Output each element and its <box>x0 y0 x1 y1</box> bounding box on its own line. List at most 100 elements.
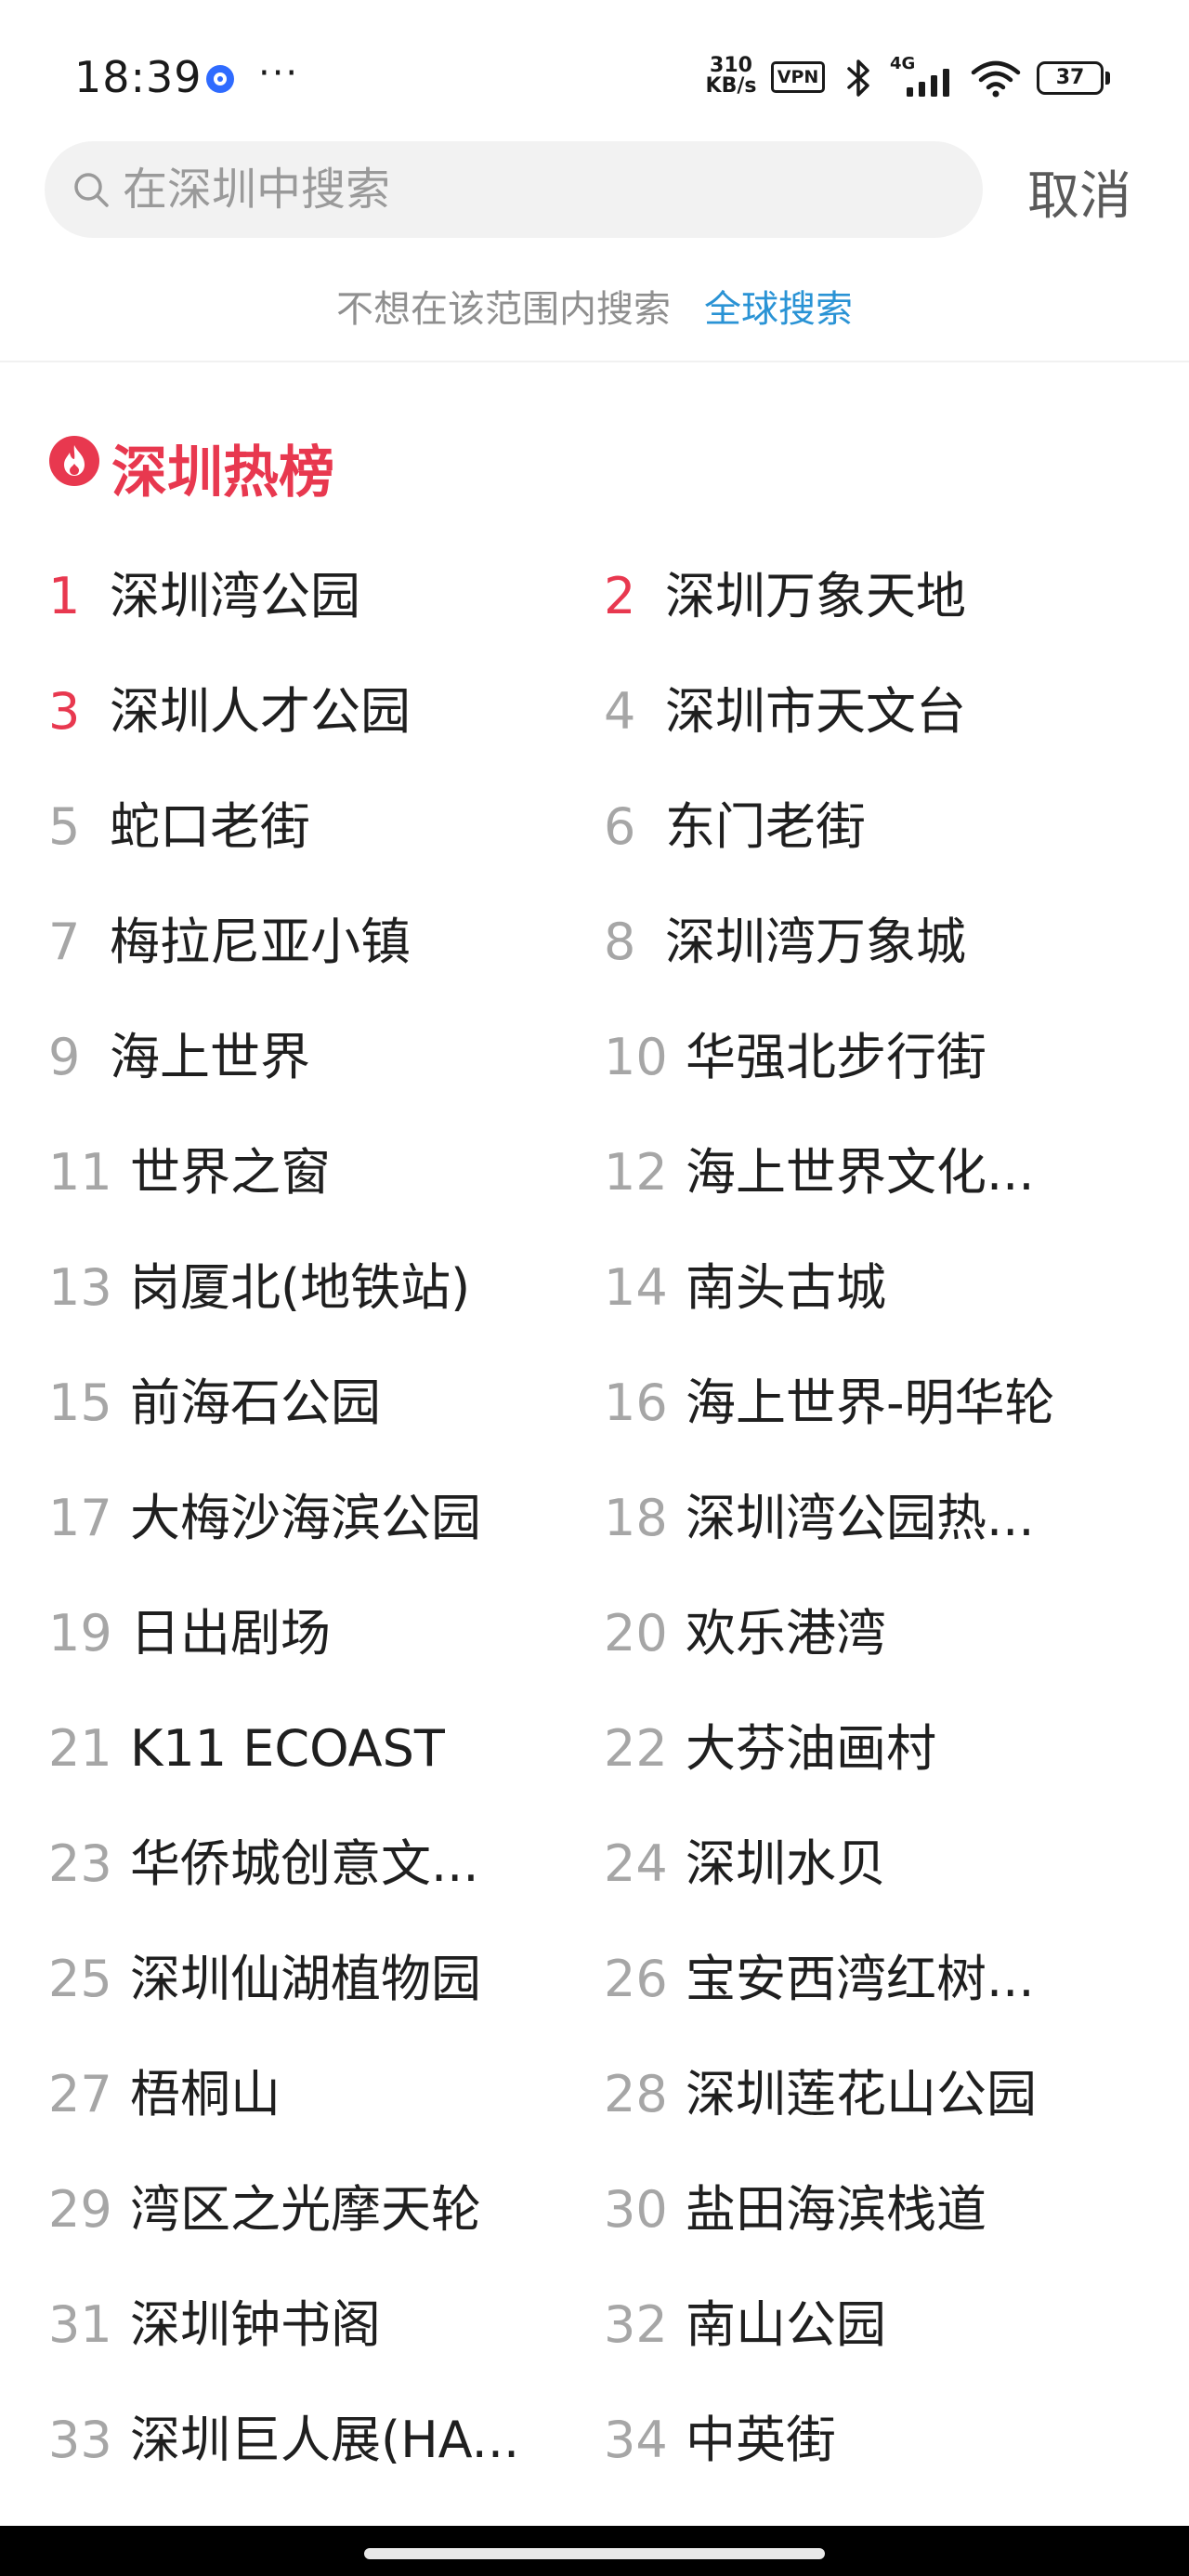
global-search-link[interactable]: 全球搜索 <box>704 288 853 331</box>
battery-icon: 37 <box>1037 61 1111 97</box>
hot-list-item[interactable]: 1 深圳湾公园 <box>48 539 568 654</box>
hot-list-item[interactable]: 26 宝安西湾红树... <box>604 1922 1124 2037</box>
hot-list-item[interactable]: 24 深圳水贝 <box>604 1807 1124 1922</box>
hot-list-name: 湾区之光摩天轮 <box>130 2180 481 2239</box>
hot-list-name: 日出剧场 <box>130 1604 331 1663</box>
hot-list-rank: 13 <box>48 1258 112 1317</box>
cancel-button[interactable]: 取消 <box>1027 154 1131 230</box>
hot-list-rank: 5 <box>48 797 81 856</box>
hot-list-rank: 1 <box>48 567 81 625</box>
hot-list-item[interactable]: 8 深圳湾万象城 <box>604 885 1124 1000</box>
search-icon <box>74 173 109 207</box>
hot-list-name: 深圳莲花山公园 <box>686 2065 1037 2123</box>
hot-list-name: 华强北步行街 <box>686 1028 986 1086</box>
hot-list-rank: 24 <box>604 1834 668 1893</box>
hot-list-item[interactable]: 30 盐田海滨栈道 <box>604 2152 1124 2267</box>
hot-list-item[interactable]: 33 深圳巨人展(HA... <box>48 2383 568 2498</box>
battery-level: 37 <box>1037 61 1104 95</box>
search-box[interactable] <box>45 141 983 238</box>
hot-list-name: 深圳水贝 <box>686 1834 886 1893</box>
hot-list-item[interactable]: 32 南山公园 <box>604 2267 1124 2383</box>
hot-list-item[interactable]: 28 深圳莲花山公园 <box>604 2037 1124 2152</box>
hot-list-item[interactable]: 20 欢乐港湾 <box>604 1576 1124 1691</box>
search-scope-row: 不想在该范围内搜索 全球搜索 <box>0 279 1189 333</box>
hot-list-item[interactable]: 7 梅拉尼亚小镇 <box>48 885 568 1000</box>
hot-list-item[interactable]: 14 南头古城 <box>604 1230 1124 1346</box>
hot-list-item[interactable]: 15 前海石公园 <box>48 1346 568 1461</box>
hot-list-item[interactable]: 4 深圳市天文台 <box>604 654 1124 769</box>
hot-list-name: 东门老街 <box>665 797 866 856</box>
hot-list-name: 南头古城 <box>686 1258 886 1317</box>
vpn-icon: VPN <box>771 61 825 93</box>
hot-list-item[interactable]: 5 蛇口老街 <box>48 769 568 885</box>
hot-list-rank: 27 <box>48 2065 112 2123</box>
hot-list-rank: 10 <box>604 1028 668 1086</box>
hot-list-name: 岗厦北(地铁站) <box>130 1258 471 1317</box>
search-page: 18:39 ··· 310 KB/s VPN 4G 37 在深圳中搜索 取消 不… <box>0 0 1189 2576</box>
hot-list-item[interactable]: 9 海上世界 <box>48 1000 568 1115</box>
hot-list-item[interactable]: 21 K11 ECOAST <box>48 1691 568 1807</box>
hot-list-name: 前海石公园 <box>130 1373 381 1432</box>
search-input[interactable] <box>123 141 959 238</box>
fire-icon <box>49 436 99 486</box>
hot-list-item[interactable]: 22 大芬油画村 <box>604 1691 1124 1807</box>
hot-list-rank: 26 <box>604 1950 668 2008</box>
hot-list-item[interactable]: 19 日出剧场 <box>48 1576 568 1691</box>
signal-icon: 4G <box>890 54 957 99</box>
hot-list-name: 海上世界文化... <box>686 1143 1035 1202</box>
hot-list-name: 深圳万象天地 <box>665 567 966 625</box>
hot-list-item[interactable]: 10 华强北步行街 <box>604 1000 1124 1115</box>
search-scope-hint: 不想在该范围内搜索 <box>336 288 671 331</box>
hot-list-rank: 18 <box>604 1489 668 1547</box>
hot-list-name: 宝安西湾红树... <box>686 1950 1035 2008</box>
hot-list-rank: 8 <box>604 913 636 971</box>
hot-list-item[interactable]: 11 世界之窗 <box>48 1115 568 1230</box>
hot-list-item[interactable]: 3 深圳人才公园 <box>48 654 568 769</box>
hot-list-item[interactable]: 12 海上世界文化... <box>604 1115 1124 1230</box>
hot-list-rank: 22 <box>604 1719 668 1778</box>
hot-list-rank: 33 <box>48 2411 112 2469</box>
hot-list-item[interactable]: 23 华侨城创意文... <box>48 1807 568 1922</box>
hot-list-rank: 2 <box>604 567 636 625</box>
home-indicator[interactable] <box>364 2548 825 2559</box>
hot-list-name: 梧桐山 <box>130 2065 281 2123</box>
hot-list-name: 深圳钟书阁 <box>130 2295 381 2354</box>
hot-list-rank: 9 <box>48 1028 81 1086</box>
hot-list-item[interactable]: 29 湾区之光摩天轮 <box>48 2152 568 2267</box>
hot-list-rank: 30 <box>604 2180 668 2239</box>
wifi-icon <box>971 60 1021 98</box>
hot-list-rank: 32 <box>604 2295 668 2354</box>
status-bar: 18:39 ··· 310 KB/s VPN 4G 37 <box>0 0 1189 139</box>
network-speed-value: 310 <box>710 54 752 77</box>
hot-list-rank: 14 <box>604 1258 668 1317</box>
hot-list-name: 华侨城创意文... <box>130 1834 479 1893</box>
hot-list-rank: 6 <box>604 797 636 856</box>
hot-list-name: 深圳市天文台 <box>665 682 966 741</box>
hot-list-rank: 28 <box>604 2065 668 2123</box>
hot-list-rank: 11 <box>48 1143 112 1202</box>
hot-list-name: 南山公园 <box>686 2295 886 2354</box>
hot-list-name: 中英街 <box>686 2411 836 2469</box>
hot-list-name: 大梅沙海滨公园 <box>130 1489 481 1547</box>
hot-list-item[interactable]: 31 深圳钟书阁 <box>48 2267 568 2383</box>
bluetooth-icon <box>847 59 869 97</box>
hot-list-rank: 25 <box>48 1950 112 2008</box>
hot-list-rank: 17 <box>48 1489 112 1547</box>
hot-list-item[interactable]: 25 深圳仙湖植物园 <box>48 1922 568 2037</box>
hot-list-rank: 23 <box>48 1834 112 1893</box>
hot-list-item[interactable]: 17 大梅沙海滨公园 <box>48 1461 568 1576</box>
hot-list-name: 深圳湾万象城 <box>665 913 966 971</box>
hot-list-item[interactable]: 16 海上世界-明华轮 <box>604 1346 1124 1461</box>
hot-list-name: 世界之窗 <box>130 1143 331 1202</box>
hot-list-item[interactable]: 34 中英街 <box>604 2383 1124 2498</box>
hot-list-rank: 12 <box>604 1143 668 1202</box>
hot-list-name: 蛇口老街 <box>110 797 310 856</box>
hot-list-item[interactable]: 2 深圳万象天地 <box>604 539 1124 654</box>
hot-list-name: 欢乐港湾 <box>686 1604 886 1663</box>
hot-list-item[interactable]: 18 深圳湾公园热... <box>604 1461 1124 1576</box>
hot-list-item[interactable]: 13 岗厦北(地铁站) <box>48 1230 568 1346</box>
hot-list-item[interactable]: 6 东门老街 <box>604 769 1124 885</box>
hot-list-rank: 31 <box>48 2295 112 2354</box>
hot-list-item[interactable]: 27 梧桐山 <box>48 2037 568 2152</box>
divider <box>0 361 1189 362</box>
